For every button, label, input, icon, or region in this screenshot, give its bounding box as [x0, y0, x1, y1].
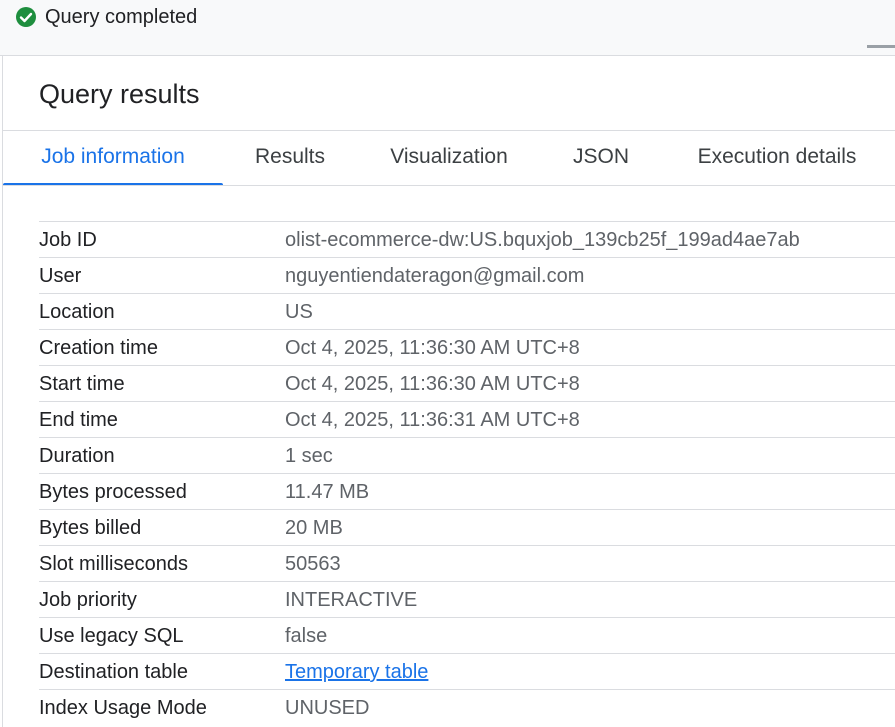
- bytes-billed-row: Bytes billed 20 MB: [39, 509, 895, 545]
- location-row: Location US: [39, 293, 895, 329]
- scroll-indicator: [867, 45, 895, 48]
- query-status-bar: Query completed: [0, 0, 895, 56]
- bytes-processed-row: Bytes processed 11.47 MB: [39, 473, 895, 509]
- bytes-processed-value: 11.47 MB: [285, 481, 370, 503]
- creation-time-row: Creation time Oct 4, 2025, 11:36:30 AM U…: [39, 329, 895, 365]
- creation-time-label: Creation time: [39, 337, 158, 359]
- temporary-table-link[interactable]: Temporary table: [285, 661, 428, 683]
- start-time-label: Start time: [39, 373, 125, 395]
- index-usage-mode-label: Index Usage Mode: [39, 697, 207, 719]
- duration-value: 1 sec: [285, 445, 333, 467]
- tab-results[interactable]: Results: [223, 131, 357, 186]
- check-circle-icon: [16, 7, 36, 27]
- bytes-billed-label: Bytes billed: [39, 517, 142, 539]
- use-legacy-sql-label: Use legacy SQL: [39, 625, 184, 647]
- destination-table-row: Destination table Temporary table: [39, 653, 895, 689]
- job-id-label: Job ID: [39, 229, 97, 251]
- status-text: Query completed: [45, 6, 198, 28]
- user-row: User nguyentiendateragon@gmail.com: [39, 257, 895, 293]
- job-priority-value: INTERACTIVE: [285, 589, 418, 611]
- tab-json[interactable]: JSON: [541, 131, 661, 186]
- location-value: US: [285, 301, 313, 323]
- page-title: Query results: [39, 79, 200, 109]
- job-id-row: Job ID olist-ecommerce-dw:US.bquxjob_139…: [39, 221, 895, 257]
- job-priority-label: Job priority: [39, 589, 137, 611]
- creation-time-value: Oct 4, 2025, 11:36:30 AM UTC+8: [285, 337, 580, 359]
- tab-execution-details[interactable]: Execution details: [661, 131, 893, 186]
- bytes-processed-label: Bytes processed: [39, 481, 187, 503]
- end-time-row: End time Oct 4, 2025, 11:36:31 AM UTC+8: [39, 401, 895, 437]
- job-priority-row: Job priority INTERACTIVE: [39, 581, 895, 617]
- duration-row: Duration 1 sec: [39, 437, 895, 473]
- destination-table-label: Destination table: [39, 661, 188, 683]
- user-value: nguyentiendateragon@gmail.com: [285, 265, 585, 287]
- tab-visualization[interactable]: Visualization: [357, 131, 541, 186]
- bytes-billed-value: 20 MB: [285, 517, 343, 539]
- start-time-value: Oct 4, 2025, 11:36:30 AM UTC+8: [285, 373, 580, 395]
- slot-milliseconds-row: Slot milliseconds 50563: [39, 545, 895, 581]
- location-label: Location: [39, 301, 115, 323]
- index-usage-mode-row: Index Usage Mode UNUSED: [39, 689, 895, 725]
- slot-milliseconds-value: 50563: [285, 553, 341, 575]
- use-legacy-sql-row: Use legacy SQL false: [39, 617, 895, 653]
- duration-label: Duration: [39, 445, 115, 467]
- end-time-label: End time: [39, 409, 118, 431]
- start-time-row: Start time Oct 4, 2025, 11:36:30 AM UTC+…: [39, 365, 895, 401]
- index-usage-mode-value: UNUSED: [285, 697, 370, 719]
- job-information-table: Job ID olist-ecommerce-dw:US.bquxjob_139…: [39, 221, 895, 725]
- slot-milliseconds-label: Slot milliseconds: [39, 553, 188, 575]
- user-label: User: [39, 265, 82, 287]
- use-legacy-sql-value: false: [285, 625, 328, 647]
- job-id-value: olist-ecommerce-dw:US.bquxjob_139cb25f_1…: [285, 229, 800, 251]
- tabs-divider: [3, 185, 895, 186]
- end-time-value: Oct 4, 2025, 11:36:31 AM UTC+8: [285, 409, 580, 431]
- results-tabs: Job information Results Visualization JS…: [3, 131, 895, 186]
- tab-job-information[interactable]: Job information: [3, 131, 223, 186]
